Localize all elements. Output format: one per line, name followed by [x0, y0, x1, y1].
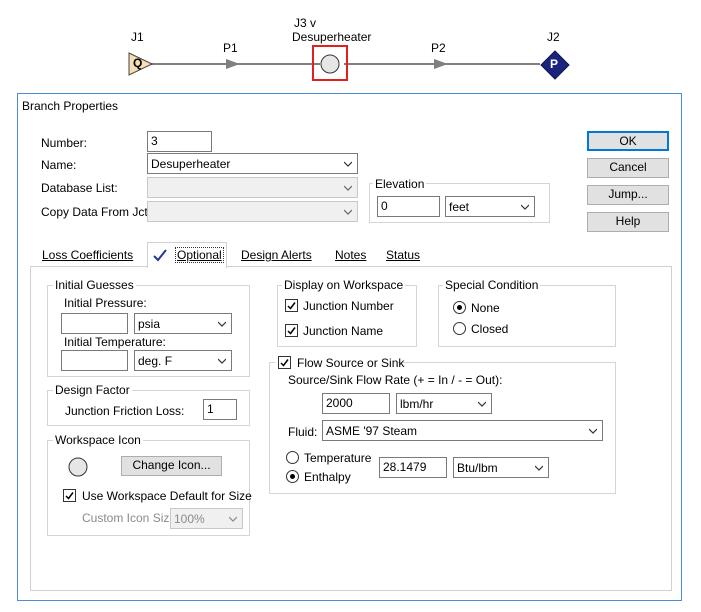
closed-radio[interactable] [453, 322, 466, 335]
j2-symbol: P [550, 57, 559, 71]
enthalpy-unit-value: Btu/lbm [457, 461, 498, 475]
enthalpy-radio-label: Enthalpy [304, 470, 351, 484]
tab-loss-coefficients[interactable]: Loss Coefficients [42, 246, 133, 266]
display-on-workspace-title: Display on Workspace [282, 278, 406, 292]
custom-icon-size-label: Custom Icon Size: [82, 511, 180, 525]
temperature-radio[interactable] [286, 451, 299, 464]
closed-radio-label: Closed [471, 322, 509, 336]
junction-friction-loss-input[interactable]: 1 [203, 399, 237, 420]
junction-j2-icon[interactable]: P [540, 50, 570, 80]
junction-friction-loss-label: Junction Friction Loss: [65, 404, 185, 418]
help-button[interactable]: Help [587, 212, 669, 232]
database-list-label: Database List: [41, 181, 118, 195]
cancel-button[interactable]: Cancel [587, 158, 669, 178]
chevron-down-icon [589, 428, 597, 434]
flow-rate-unit-select[interactable]: lbm/hr [396, 393, 492, 414]
checkmark-icon [153, 249, 167, 262]
copy-data-combobox[interactable] [147, 201, 358, 222]
elevation-unit-value: feet [449, 200, 470, 214]
chevron-down-icon [229, 516, 237, 522]
junction-name-checkbox[interactable] [285, 324, 298, 337]
junction-j1-icon[interactable]: Q [128, 52, 154, 76]
workspace-icon-title: Workspace Icon [53, 433, 143, 447]
pipe-network [150, 45, 540, 81]
number-input[interactable]: 3 [147, 131, 212, 152]
j1-symbol: Q [133, 56, 143, 70]
design-factor-title: Design Factor [53, 383, 132, 397]
chevron-down-icon [535, 465, 543, 471]
flow-rate-label: Source/Sink Flow Rate (+ = In / - = Out)… [288, 373, 503, 387]
tab-design-alerts[interactable]: Design Alerts [241, 246, 312, 266]
checkmark-icon [65, 492, 74, 500]
p1-flow-arrow [226, 59, 240, 69]
checkmark-icon [280, 359, 289, 367]
checkmark-icon [287, 327, 296, 335]
p2-flow-arrow [434, 59, 448, 69]
chevron-down-icon [521, 204, 529, 210]
enthalpy-input[interactable]: 28.1479 [379, 457, 447, 478]
checkmark-icon [287, 302, 296, 310]
chevron-down-icon [478, 401, 486, 407]
chevron-down-icon [344, 209, 352, 215]
fluid-select[interactable]: ASME '97 Steam [322, 420, 603, 441]
junction-number-label: Junction Number [303, 299, 394, 313]
custom-icon-size-select[interactable]: 100% [170, 508, 243, 529]
flow-source-checkbox[interactable] [278, 356, 291, 369]
flow-source-title: Flow Source or Sink [297, 356, 405, 370]
use-workspace-default-label: Use Workspace Default for Size [82, 489, 252, 503]
use-workspace-default-checkbox[interactable] [63, 489, 76, 502]
change-icon-button[interactable]: Change Icon... [121, 456, 222, 476]
initial-pressure-label: Initial Pressure: [64, 296, 147, 310]
name-label: Name: [41, 158, 77, 172]
initial-guesses-title: Initial Guesses [53, 278, 136, 292]
fluid-label: Fluid: [288, 425, 318, 439]
initial-pressure-unit-select[interactable]: psia [134, 313, 232, 334]
tab-optional-label: Optional [175, 247, 224, 263]
initial-temperature-input[interactable] [61, 350, 128, 371]
initial-pressure-input[interactable] [61, 313, 128, 334]
special-condition-group [438, 285, 616, 347]
flow-rate-unit-value: lbm/hr [400, 397, 434, 411]
fluid-value: ASME '97 Steam [326, 424, 417, 438]
database-list-combobox[interactable] [147, 177, 358, 198]
name-value: Desuperheater [151, 157, 231, 171]
initial-temperature-label: Initial Temperature: [64, 335, 166, 349]
tab-optional[interactable]: Optional [147, 242, 227, 268]
copy-data-label: Copy Data From Jct... [41, 205, 158, 219]
custom-icon-size-value: 100% [174, 512, 205, 526]
none-radio[interactable] [453, 301, 466, 314]
junction-number-checkbox[interactable] [285, 299, 298, 312]
elevation-input[interactable]: 0 [377, 196, 440, 217]
number-label: Number: [41, 136, 88, 150]
junction-j3-icon[interactable] [320, 54, 340, 74]
name-combobox[interactable]: Desuperheater [147, 153, 358, 174]
enthalpy-unit-select[interactable]: Btu/lbm [453, 457, 549, 478]
chevron-down-icon [344, 161, 352, 167]
chevron-down-icon [218, 358, 226, 364]
diagram-canvas: J1 P1 J3 v Desuperheater P2 J2 Q P [0, 0, 701, 92]
jump-button[interactable]: Jump... [587, 185, 669, 205]
elevation-unit-select[interactable]: feet [445, 196, 535, 217]
flow-rate-input[interactable]: 2000 [322, 393, 390, 414]
temperature-radio-label: Temperature [304, 451, 372, 465]
chevron-down-icon [218, 321, 226, 327]
junction-name-label: Junction Name [303, 324, 384, 338]
enthalpy-radio[interactable] [286, 470, 299, 483]
tab-status[interactable]: Status [386, 246, 420, 266]
tab-notes[interactable]: Notes [335, 246, 366, 266]
chevron-down-icon [344, 185, 352, 191]
pressure-unit-value: psia [138, 317, 161, 331]
none-radio-label: None [471, 301, 500, 315]
temperature-unit-value: deg. F [138, 354, 173, 368]
special-condition-title: Special Condition [443, 278, 541, 292]
ok-button[interactable]: OK [587, 131, 669, 151]
elevation-group-title: Elevation [373, 177, 427, 191]
junction-preview-icon [68, 457, 88, 477]
initial-temperature-unit-select[interactable]: deg. F [134, 350, 232, 371]
dialog-title: Branch Properties [22, 99, 119, 113]
